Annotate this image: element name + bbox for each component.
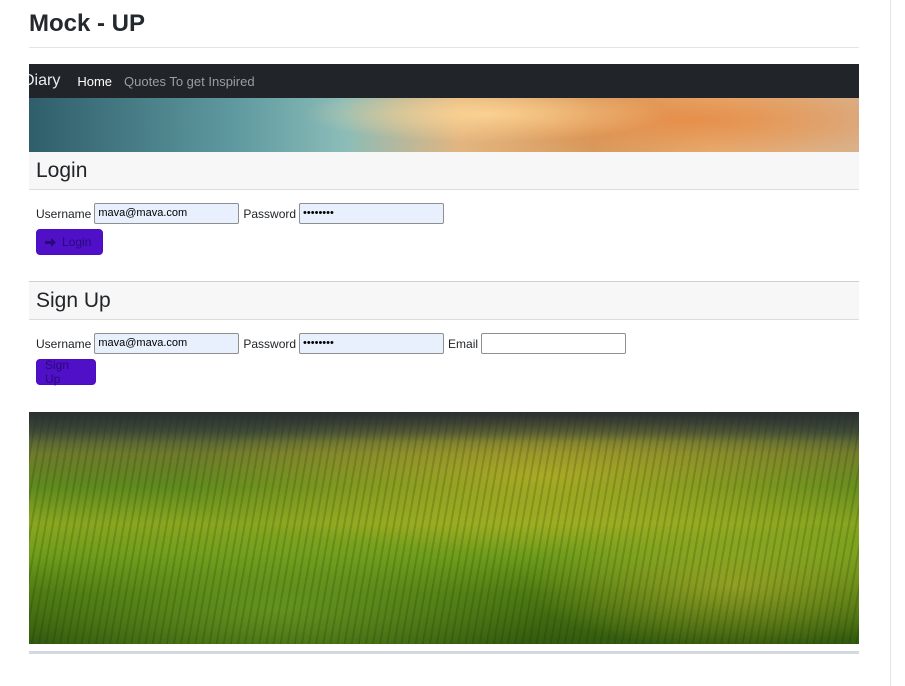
login-button[interactable]: Login	[36, 229, 103, 255]
signup-email-label: Email	[448, 336, 479, 351]
mockup-frame: Diary Home Quotes To get Inspired Login …	[29, 64, 859, 644]
grass-field-image	[29, 412, 859, 644]
login-form: Username mava@mava.com Password ••••••••…	[29, 190, 859, 281]
signup-username-input[interactable]: mava@mava.com	[94, 333, 240, 354]
nav-link-home[interactable]: Home	[77, 74, 112, 89]
sky-banner-image	[29, 98, 859, 152]
login-heading: Login	[36, 158, 88, 182]
signup-username-label: Username	[36, 336, 92, 351]
page-title: Mock - UP	[29, 10, 146, 37]
signup-password-input[interactable]: ••••••••	[299, 333, 445, 354]
navbar-brand[interactable]: Diary	[29, 72, 60, 90]
signup-button[interactable]: Sign Up	[36, 358, 96, 386]
login-header: Login	[29, 152, 859, 190]
signup-header: Sign Up	[29, 281, 859, 320]
signup-button-label: Sign Up	[45, 358, 70, 386]
signup-password-label: Password	[243, 336, 297, 351]
navbar: Diary Home Quotes To get Inspired	[29, 64, 859, 98]
signup-heading: Sign Up	[36, 288, 111, 312]
login-button-label: Login	[62, 235, 92, 249]
right-scrollbar-edge	[890, 0, 891, 686]
nav-link-quotes[interactable]: Quotes To get Inspired	[124, 74, 255, 89]
login-username-label: Username	[36, 206, 92, 221]
login-username-input[interactable]: mava@mava.com	[94, 203, 240, 224]
signup-email-input[interactable]	[481, 333, 627, 354]
login-password-input[interactable]: ••••••••	[299, 203, 445, 224]
login-password-label: Password	[243, 206, 297, 221]
title-divider	[29, 47, 859, 48]
footer-divider	[29, 651, 859, 654]
sign-in-icon	[45, 237, 56, 247]
signup-form: Username mava@mava.com Password ••••••••…	[29, 320, 859, 412]
